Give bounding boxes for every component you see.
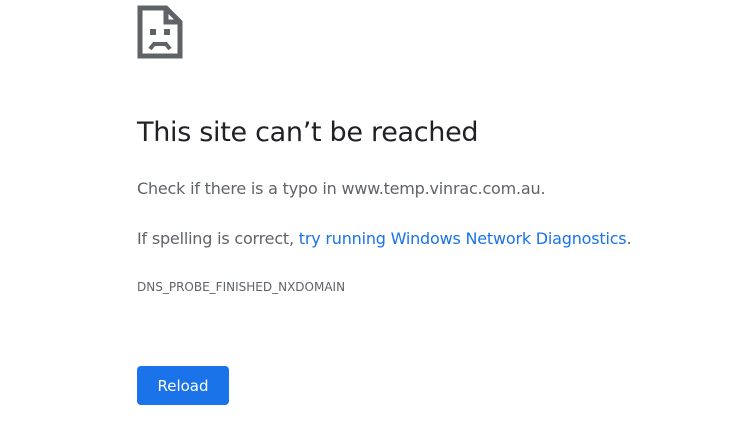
- network-diagnostics-link[interactable]: try running Windows Network Diagnostics: [299, 229, 627, 248]
- error-code: DNS_PROBE_FINISHED_NXDOMAIN: [137, 280, 346, 294]
- typo-message-domain: www.temp.vinrac.com.au: [341, 179, 541, 198]
- typo-message-prefix: Check if there is a typo in: [137, 179, 342, 198]
- spelling-message-prefix: If spelling is correct,: [137, 229, 299, 248]
- error-page: This site can’t be reached Check if ther…: [0, 0, 745, 438]
- spelling-message: If spelling is correct, try running Wind…: [137, 229, 632, 248]
- typo-message-suffix: .: [540, 179, 546, 198]
- page-title: This site can’t be reached: [137, 117, 479, 148]
- sad-page-icon: [137, 5, 183, 59]
- reload-button[interactable]: Reload: [137, 366, 229, 405]
- spelling-message-suffix: .: [626, 229, 632, 248]
- typo-message: Check if there is a typo in www.temp.vin…: [137, 179, 546, 198]
